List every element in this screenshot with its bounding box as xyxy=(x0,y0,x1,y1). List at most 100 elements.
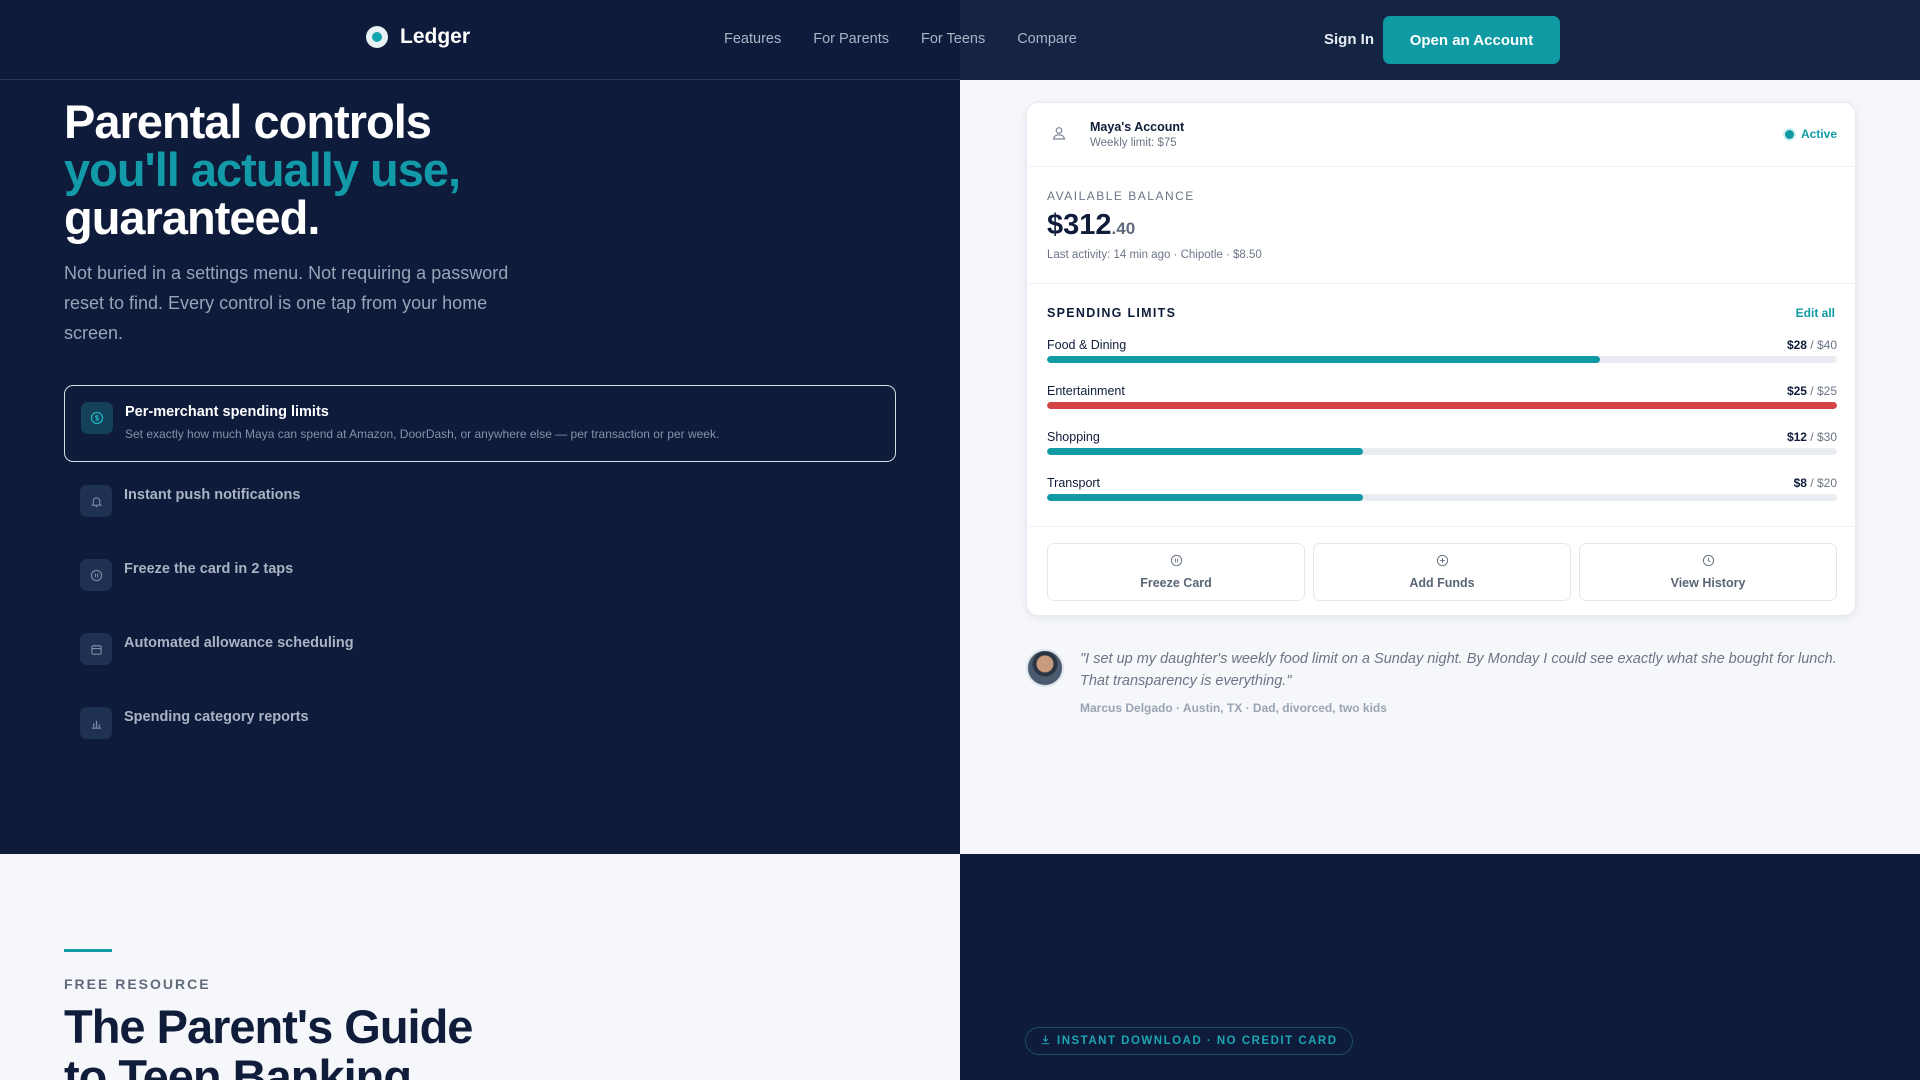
freeze-card-button[interactable]: Freeze Card xyxy=(1047,543,1305,601)
last-activity: Last activity: 14 min ago · Chipotle · $… xyxy=(1047,249,1262,261)
status-label: Active xyxy=(1800,127,1837,141)
dollar-icon xyxy=(81,402,113,434)
hero-title-line2: you'll actually use, xyxy=(64,143,461,196)
download-badge-label: INSTANT DOWNLOAD · NO CREDIT CARD xyxy=(1057,1035,1338,1047)
limit-cap: / $25 xyxy=(1806,384,1837,398)
limit-spent: $8 xyxy=(1793,476,1807,490)
open-account-button[interactable]: Open an Account xyxy=(1383,16,1560,64)
feature-item-allowance[interactable]: Automated allowance scheduling xyxy=(64,633,564,673)
limit-progress-bar xyxy=(1047,356,1837,363)
balance-amount: $312.40 xyxy=(1047,209,1135,242)
hero-title: Parental controls you'll actually use, g… xyxy=(64,95,461,244)
balance-cents: .40 xyxy=(1111,219,1136,238)
balance-label: AVAILABLE BALANCE xyxy=(1047,189,1195,203)
resource-title-line2: to Teen Banking xyxy=(64,1050,412,1080)
limit-progress-fill xyxy=(1047,402,1837,409)
feature-item-reports[interactable]: Spending category reports xyxy=(64,707,564,747)
limit-progress-bar xyxy=(1047,494,1837,501)
limit-row-transport[interactable]: Transport $8 / $20 xyxy=(1047,476,1837,506)
limit-progress-bar xyxy=(1047,448,1837,455)
account-card: Maya's Account Weekly limit: $75 Active … xyxy=(1026,102,1857,616)
nav-link-features[interactable]: Features xyxy=(724,31,781,47)
resource-title: The Parent's Guide to Teen Banking xyxy=(64,1000,473,1080)
sign-in-link[interactable]: Sign In xyxy=(1324,31,1374,48)
limit-spent: $25 xyxy=(1786,384,1807,398)
add-funds-label: Add Funds xyxy=(1409,576,1475,590)
view-history-button[interactable]: View History xyxy=(1579,543,1837,601)
edit-all-link[interactable]: Edit all xyxy=(1796,306,1835,320)
resource-download-panel: INSTANT DOWNLOAD · NO CREDIT CARD xyxy=(960,854,1920,1080)
limit-progress-bar xyxy=(1047,402,1837,409)
freeze-card-label: Freeze Card xyxy=(1140,576,1212,590)
limit-value: $12 / $30 xyxy=(1787,430,1837,444)
hero-lede: Not buried in a settings menu. Not requi… xyxy=(64,263,509,343)
nav-links: Features For Parents For Teens Compare xyxy=(724,31,1077,47)
feature-title: Spending category reports xyxy=(124,709,309,725)
calendar-icon xyxy=(80,633,112,665)
limit-name: Shopping xyxy=(1047,430,1100,444)
account-name: Maya's Account xyxy=(1090,120,1185,134)
limit-value: $28 / $40 xyxy=(1787,338,1837,352)
brand-name: Ledger xyxy=(400,25,471,48)
divider xyxy=(1027,283,1857,284)
status-dot-icon xyxy=(1784,129,1794,139)
limit-row-shopping[interactable]: Shopping $12 / $30 xyxy=(1047,430,1837,460)
nav-link-compare[interactable]: Compare xyxy=(1017,31,1077,47)
clock-icon xyxy=(1580,554,1836,570)
pause-icon xyxy=(80,559,112,591)
limit-row-food[interactable]: Food & Dining $28 / $40 xyxy=(1047,338,1837,368)
avatar xyxy=(1026,649,1064,687)
feature-title: Instant push notifications xyxy=(124,487,301,503)
account-card-header: Maya's Account Weekly limit: $75 Active xyxy=(1027,103,1857,167)
limit-name: Food & Dining xyxy=(1047,338,1127,352)
user-icon xyxy=(1051,125,1069,143)
limit-spent: $12 xyxy=(1786,430,1807,444)
resource-eyebrow: FREE RESOURCE xyxy=(64,976,211,992)
logo-icon xyxy=(366,26,388,48)
limit-name: Entertainment xyxy=(1047,384,1125,398)
top-nav: Ledger Features For Parents For Teens Co… xyxy=(0,0,1920,80)
hero-right-panel: Maya's Account Weekly limit: $75 Active … xyxy=(960,80,1920,854)
feature-title: Per-merchant spending limits xyxy=(125,404,329,420)
limit-row-entertainment[interactable]: Entertainment $25 / $25 xyxy=(1047,384,1837,414)
plus-circle-icon xyxy=(1314,554,1570,570)
feature-title: Automated allowance scheduling xyxy=(124,635,354,651)
status-badge: Active xyxy=(1784,127,1837,141)
feature-item-freeze[interactable]: Freeze the card in 2 taps xyxy=(64,559,564,599)
feature-description: Set exactly how much Maya can spend at A… xyxy=(125,427,720,441)
balance-dollars: $312 xyxy=(1047,209,1112,241)
bell-icon xyxy=(80,485,112,517)
add-funds-button[interactable]: Add Funds xyxy=(1313,543,1571,601)
hero-left-panel: Parental controls you'll actually use, g… xyxy=(0,80,960,854)
limit-name: Transport xyxy=(1047,476,1101,490)
download-icon xyxy=(1040,1034,1051,1048)
limit-progress-fill xyxy=(1047,448,1363,455)
testimonial-author: Marcus Delgado · Austin, TX · Dad, divor… xyxy=(1080,701,1387,715)
nav-link-for-teens[interactable]: For Teens xyxy=(921,31,985,47)
accent-bar xyxy=(64,949,112,952)
weekly-limit: Weekly limit: $75 xyxy=(1090,137,1177,149)
nav-link-for-parents[interactable]: For Parents xyxy=(813,31,889,47)
hero-title-line3: guaranteed. xyxy=(64,191,320,244)
brand-logo[interactable]: Ledger xyxy=(366,25,470,49)
feature-item-notifications[interactable]: Instant push notifications xyxy=(64,485,564,525)
feature-title: Freeze the card in 2 taps xyxy=(124,561,294,577)
pause-icon xyxy=(1048,554,1304,570)
testimonial-quote: "I set up my daughter's weekly food limi… xyxy=(1080,651,1837,689)
hero-title-line1: Parental controls xyxy=(64,95,432,148)
limit-progress-fill xyxy=(1047,356,1600,363)
divider xyxy=(1027,526,1857,527)
limit-value: $25 / $25 xyxy=(1787,384,1837,398)
feature-item-active[interactable]: Per-merchant spending limits Set exactly… xyxy=(64,385,896,462)
limit-spent: $28 xyxy=(1786,338,1807,352)
download-badge: INSTANT DOWNLOAD · NO CREDIT CARD xyxy=(1025,1027,1353,1055)
bar-chart-icon xyxy=(80,707,112,739)
spending-limits-title: SPENDING LIMITS xyxy=(1047,306,1177,320)
view-history-label: View History xyxy=(1670,576,1746,590)
limit-progress-fill xyxy=(1047,494,1363,501)
limit-cap: / $20 xyxy=(1806,476,1837,490)
resource-title-line1: The Parent's Guide xyxy=(64,1000,473,1053)
limit-cap: / $30 xyxy=(1806,430,1837,444)
limit-value: $8 / $20 xyxy=(1794,476,1837,490)
limit-cap: / $40 xyxy=(1806,338,1837,352)
